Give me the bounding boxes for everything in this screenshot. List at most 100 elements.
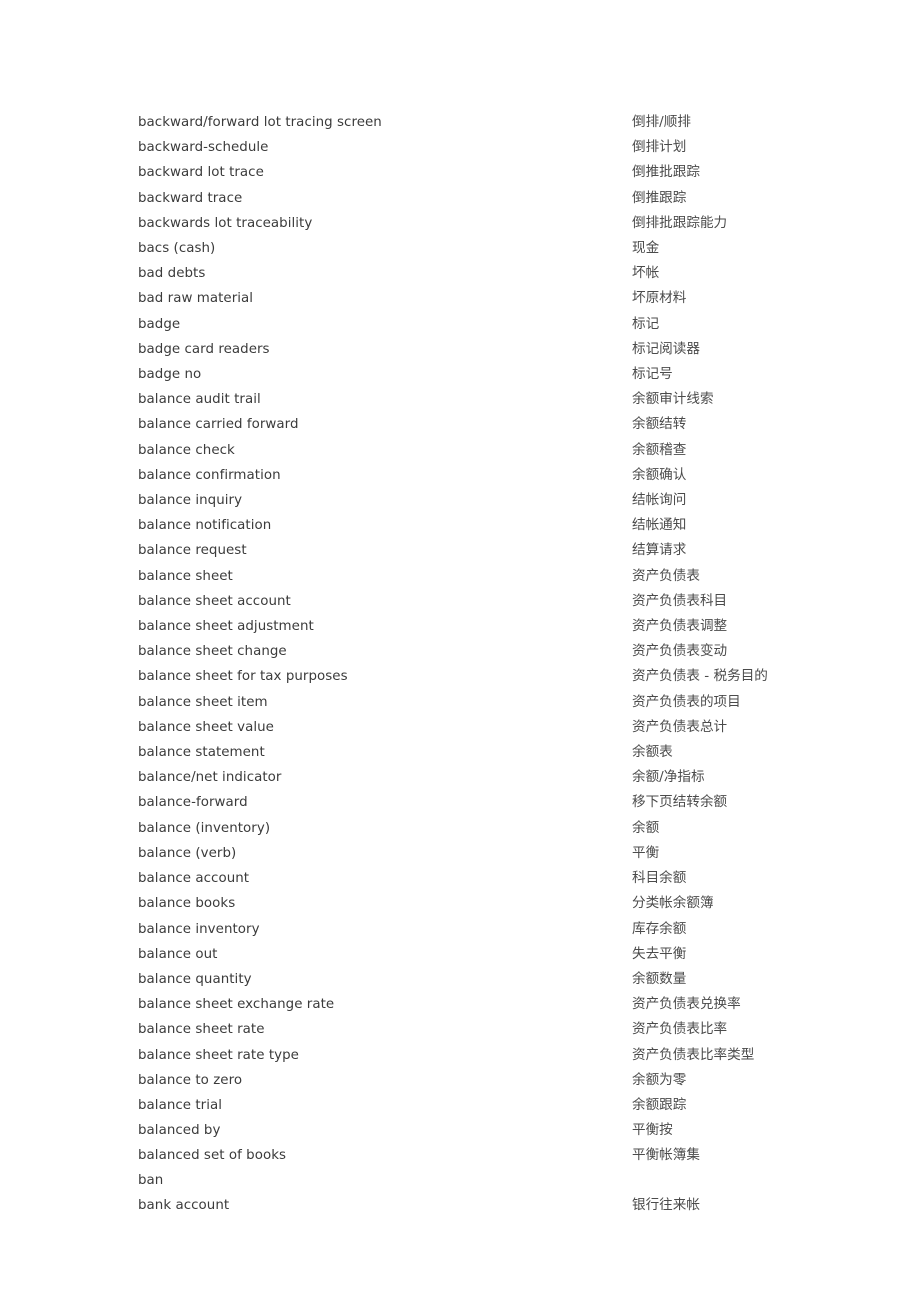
glossary-term-target: 倒推跟踪 [632,189,687,206]
glossary-term-target: 资产负债表比率 [632,1021,728,1038]
glossary-term-source: balance trial [138,1097,223,1113]
glossary-row: balance check 余额稽查 [0,438,920,463]
glossary-term-source: balance to zero [138,1072,243,1088]
glossary-row: balance sheet exchange rate 资产负债表兑换率 [0,992,920,1017]
glossary-term-source: balance request [138,543,247,559]
glossary-row: balance sheet change 资产负债表变动 [0,639,920,664]
glossary-term-target: 余额跟踪 [632,1096,687,1113]
glossary-row: balance sheet rate 资产负债表比率 [0,1017,920,1042]
glossary-term-source: balance sheet value [138,719,274,735]
glossary-row: bad debts 坏帐 [0,261,920,286]
glossary-table: backward/forward lot tracing screen 倒排/顺排… [0,110,920,1218]
glossary-term-source: balance quantity [138,971,252,987]
glossary-term-source: balance sheet item [138,694,268,710]
glossary-term-source: bank account [138,1197,230,1213]
glossary-term-source: balance confirmation [138,467,281,483]
glossary-term-source: balance sheet rate [138,1022,265,1038]
glossary-row: balance sheet item 资产负债表的项目 [0,690,920,715]
glossary-row: badge 标记 [0,312,920,337]
glossary-row: balance sheet 资产负债表 [0,564,920,589]
glossary-row: balance carried forward 余额结转 [0,412,920,437]
glossary-row: backward-schedule 倒排计划 [0,135,920,160]
glossary-term-target: 银行往来帐 [632,1196,700,1213]
glossary-term-target: 余额/净指标 [632,769,705,786]
glossary-row: balance quantity 余额数量 [0,967,920,992]
glossary-row: balance confirmation 余额确认 [0,463,920,488]
glossary-row: balance sheet for tax purposes 资产负债表 - 税务… [0,664,920,689]
glossary-term-target: 科目余额 [632,870,687,887]
glossary-row: balance sheet adjustment 资产负债表调整 [0,614,920,639]
glossary-term-source: balanced set of books [138,1148,287,1164]
glossary-term-target: 资产负债表兑换率 [632,996,741,1013]
glossary-term-source: balance/net indicator [138,770,282,786]
glossary-term-target: 库存余额 [632,920,687,937]
glossary-term-target: 余额 [632,819,660,836]
glossary-row: balance account 科目余额 [0,866,920,891]
glossary-row: badge card readers 标记阅读器 [0,337,920,362]
glossary-row: backward lot trace 倒推批跟踪 [0,160,920,185]
glossary-term-source: balance sheet account [138,593,291,609]
glossary-term-target: 资产负债表调整 [632,618,728,635]
glossary-row: bad raw material 坏原材料 [0,286,920,311]
glossary-term-target: 资产负债表比率类型 [632,1046,755,1063]
glossary-term-target: 结帐询问 [632,492,687,509]
glossary-row: balance statement 余额表 [0,740,920,765]
glossary-row: ban [0,1169,920,1193]
glossary-term-source: ban [138,1172,164,1188]
glossary-term-target: 平衡帐簿集 [632,1147,700,1164]
glossary-row: balance audit trail 余额审计线索 [0,387,920,412]
glossary-row: balance trial 余额跟踪 [0,1093,920,1118]
glossary-term-source: balance (verb) [138,845,237,861]
glossary-row: balance/net indicator 余额/净指标 [0,765,920,790]
glossary-term-target: 失去平衡 [632,945,687,962]
glossary-row: balance (verb) 平衡 [0,841,920,866]
glossary-row: bank account 银行往来帐 [0,1193,920,1218]
glossary-term-source: balance sheet adjustment [138,619,314,635]
glossary-term-target: 余额结转 [632,416,687,433]
glossary-term-target: 分类帐余额簿 [632,895,714,912]
glossary-term-target: 倒排批跟踪能力 [632,214,728,231]
glossary-term-target: 余额表 [632,744,673,761]
glossary-term-target: 坏帐 [632,265,660,282]
glossary-row: balance (inventory) 余额 [0,816,920,841]
glossary-term-source: balance sheet rate type [138,1047,299,1063]
glossary-page: backward/forward lot tracing screen 倒排/顺排… [0,0,920,1302]
glossary-row: balance books 分类帐余额簿 [0,891,920,916]
glossary-term-source: bacs (cash) [138,241,216,257]
glossary-term-target: 资产负债表总计 [632,718,728,735]
glossary-row: balance sheet account 资产负债表科目 [0,589,920,614]
glossary-row: bacs (cash) 现金 [0,236,920,261]
glossary-term-target: 余额确认 [632,466,687,483]
glossary-term-source: balance out [138,946,218,962]
glossary-term-target: 现金 [632,240,660,257]
glossary-row: balance notification 结帐通知 [0,513,920,538]
glossary-term-target: 资产负债表变动 [632,643,728,660]
glossary-term-source: backward lot trace [138,165,264,181]
glossary-term-target: 余额数量 [632,970,687,987]
glossary-term-source: balance account [138,871,250,887]
glossary-term-target: 倒排计划 [632,139,687,156]
glossary-row: balance request 结算请求 [0,538,920,563]
glossary-term-source: balance statement [138,745,265,761]
glossary-term-target: 倒推批跟踪 [632,164,700,181]
glossary-term-target: 资产负债表 [632,567,700,584]
glossary-term-source: balanced by [138,1123,221,1139]
glossary-term-source: bad debts [138,266,206,282]
glossary-term-target: 坏原材料 [632,290,687,307]
glossary-row: backwards lot traceability 倒排批跟踪能力 [0,211,920,236]
glossary-term-source: bad raw material [138,291,254,307]
glossary-term-target: 资产负债表 - 税务目的 [632,668,768,685]
glossary-term-target: 标记 [632,315,660,332]
glossary-term-target: 资产负债表科目 [632,592,728,609]
glossary-row: balance inquiry 结帐询问 [0,488,920,513]
glossary-row: balance sheet rate type 资产负债表比率类型 [0,1043,920,1068]
glossary-term-target: 余额稽查 [632,441,687,458]
glossary-term-source: balance sheet change [138,644,287,660]
glossary-term-source: backward/forward lot tracing screen [138,115,382,130]
glossary-term-source: balance notification [138,518,272,534]
glossary-row: balance inventory 库存余额 [0,917,920,942]
glossary-term-target: 倒排/顺排 [632,114,691,130]
glossary-term-target: 标记号 [632,366,673,383]
glossary-term-source: balance carried forward [138,417,299,433]
glossary-term-source: badge no [138,367,202,383]
